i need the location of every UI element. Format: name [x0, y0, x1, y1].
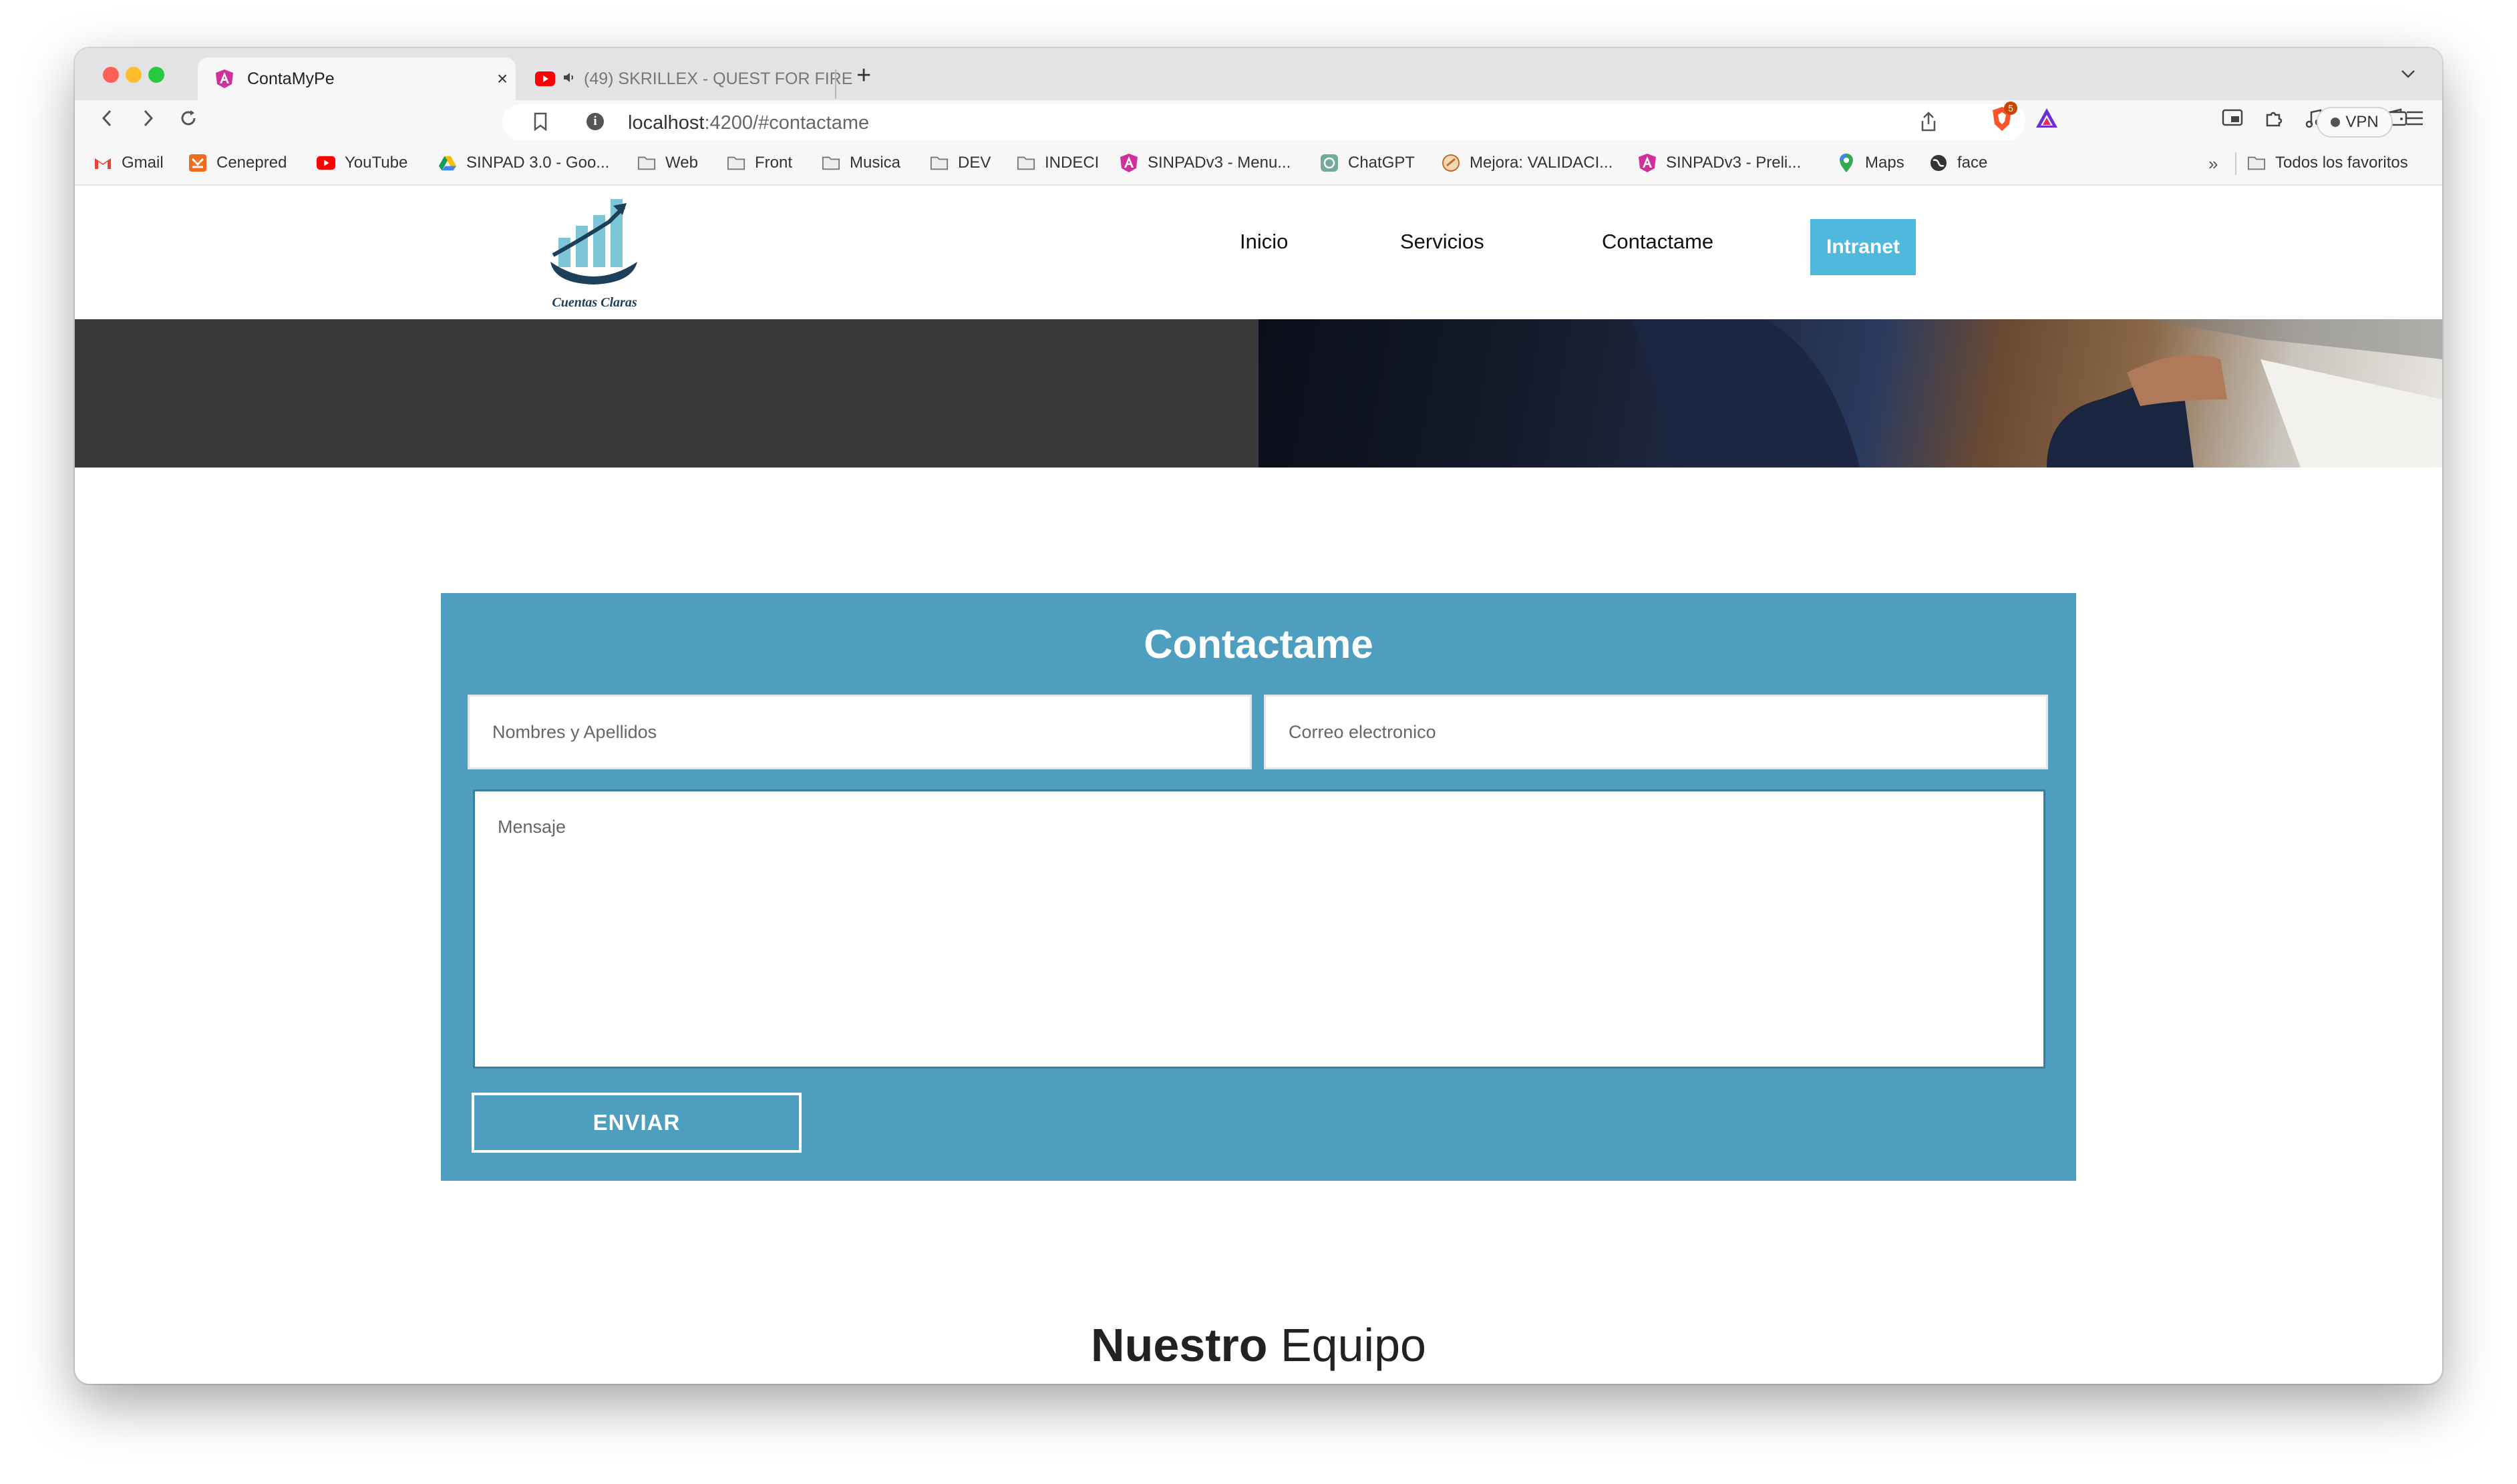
- cenepred-icon: [188, 154, 207, 172]
- bookmark-cenepred[interactable]: Cenepred: [188, 154, 287, 172]
- tab-contamype[interactable]: ContaMyPe ×: [198, 57, 516, 100]
- forward-button[interactable]: [135, 108, 162, 134]
- angular-icon: [1638, 154, 1657, 172]
- tab-title: ContaMyPe: [247, 69, 335, 88]
- extensions-icon[interactable]: [2263, 108, 2283, 132]
- bookmark-folder-indeci[interactable]: INDECI: [1017, 154, 1099, 172]
- name-input[interactable]: Nombres y Apellidos: [468, 695, 1252, 769]
- folder-icon: [930, 154, 949, 172]
- hero-photo-illustration: [1633, 319, 2442, 468]
- tab-youtube[interactable]: (49) SKRILLEX - QUEST FOR FIRE: [524, 57, 904, 100]
- bookmark-folder-front[interactable]: Front: [727, 154, 792, 172]
- hero-dark-panel: [75, 319, 1258, 468]
- drive-icon: [438, 154, 457, 172]
- folder-icon: [2247, 154, 2266, 172]
- nav-servicios[interactable]: Servicios: [1400, 230, 1484, 254]
- bookmark-chatgpt[interactable]: ChatGPT: [1320, 154, 1415, 172]
- bookmark-sinpadv3-preli[interactable]: SINPADv3 - Preli...: [1638, 154, 1801, 172]
- message-textarea[interactable]: Mensaje: [473, 789, 2045, 1069]
- bookmark-folder-musica[interactable]: Musica: [822, 154, 900, 172]
- tab-bar: ContaMyPe × (49) SKRILLEX - QUEST FOR FI…: [75, 48, 2442, 100]
- menu-icon[interactable]: [2405, 107, 2425, 133]
- vpn-button[interactable]: VPN: [2317, 107, 2393, 138]
- folder-icon: [727, 154, 745, 172]
- bookmark-icon[interactable]: [533, 112, 548, 134]
- url-text[interactable]: localhost:4200/#contactame: [628, 112, 869, 134]
- mejora-icon: [1442, 154, 1460, 172]
- share-icon[interactable]: [1920, 111, 1937, 136]
- bookmarks-separator: [2235, 152, 2236, 175]
- picture-in-picture-icon[interactable]: [2222, 108, 2243, 130]
- vpn-status-icon: [2331, 118, 2341, 127]
- bookmark-folder-dev[interactable]: DEV: [930, 154, 991, 172]
- team-section-title: Nuestro Equipo: [75, 1318, 2442, 1372]
- bookmark-youtube[interactable]: YouTube: [317, 154, 407, 172]
- hero-banner: [75, 319, 2442, 468]
- all-bookmarks-folder[interactable]: Todos los favoritos: [2247, 154, 2408, 172]
- browser-window: ContaMyPe × (49) SKRILLEX - QUEST FOR FI…: [75, 48, 2442, 1384]
- bookmark-mejora[interactable]: Mejora: VALIDACI...: [1442, 154, 1613, 172]
- back-button[interactable]: [94, 108, 120, 134]
- email-input[interactable]: Correo electronico: [1264, 695, 2048, 769]
- folder-icon: [637, 154, 656, 172]
- site-info-icon[interactable]: i: [586, 113, 604, 130]
- contact-title: Contactame: [1144, 622, 1373, 667]
- site-logo[interactable]: Cuentas Claras: [540, 191, 649, 311]
- folder-icon: [822, 154, 840, 172]
- bookmark-sinpad-drive[interactable]: SINPAD 3.0 - Goo...: [438, 154, 609, 172]
- globe-icon: [1929, 154, 1948, 172]
- new-tab-button[interactable]: +: [856, 61, 871, 90]
- maximize-window-button[interactable]: [148, 67, 164, 83]
- youtube-icon: [317, 154, 335, 172]
- logo-graphic: [550, 199, 637, 285]
- chevron-down-icon[interactable]: [2401, 63, 2415, 83]
- nav-intranet-button[interactable]: Intranet: [1810, 219, 1916, 275]
- nav-inicio[interactable]: Inicio: [1240, 230, 1288, 254]
- logo-text: Cuentas Claras: [552, 295, 637, 310]
- site-header: Cuentas Claras Inicio Servicios Contacta…: [75, 186, 2442, 319]
- more-bookmarks-button[interactable]: »: [2208, 154, 2218, 174]
- vpn-label: VPN: [2345, 113, 2379, 131]
- bookmark-sinpadv3-menu[interactable]: SINPADv3 - Menu...: [1120, 154, 1291, 172]
- bookmark-gmail[interactable]: Gmail: [94, 154, 164, 172]
- folder-icon: [1017, 154, 1035, 172]
- team-title-bold: Nuestro: [1091, 1319, 1268, 1371]
- web-page: Cuentas Claras Inicio Servicios Contacta…: [75, 186, 2442, 1384]
- minimize-window-button[interactable]: [126, 67, 142, 83]
- maps-icon: [1837, 154, 1856, 172]
- shields-count-badge: 5: [2004, 102, 2017, 115]
- bookmark-maps[interactable]: Maps: [1837, 154, 1904, 172]
- send-button[interactable]: ENVIAR: [472, 1093, 802, 1153]
- angular-icon: [1120, 154, 1138, 172]
- reload-button[interactable]: [175, 108, 202, 134]
- bookmark-face[interactable]: face: [1929, 154, 1987, 172]
- brave-rewards-icon[interactable]: [2035, 107, 2059, 133]
- address-bar[interactable]: i localhost:4200/#contactame: [502, 104, 2025, 140]
- close-window-button[interactable]: [103, 67, 119, 83]
- close-tab-icon[interactable]: ×: [489, 68, 516, 89]
- hero-image: [1258, 319, 2442, 468]
- tab-separator: [835, 69, 836, 99]
- bookmarks-bar: Gmail Cenepred YouTube SINPAD 3.0 - Goo.…: [75, 144, 2442, 186]
- team-title-rest: Equipo: [1280, 1319, 1426, 1371]
- chatgpt-icon: [1320, 154, 1339, 172]
- nav-contactame[interactable]: Contactame: [1602, 230, 1713, 254]
- gmail-icon: [94, 154, 112, 172]
- bookmark-folder-web[interactable]: Web: [637, 154, 698, 172]
- speaker-icon[interactable]: [562, 69, 576, 89]
- angular-icon: [214, 68, 235, 89]
- youtube-icon: [534, 68, 556, 89]
- contact-form-panel: Contactame Nombres y Apellidos Correo el…: [441, 593, 2076, 1181]
- browser-toolbar: i localhost:4200/#contactame 5 VPN: [75, 100, 2442, 144]
